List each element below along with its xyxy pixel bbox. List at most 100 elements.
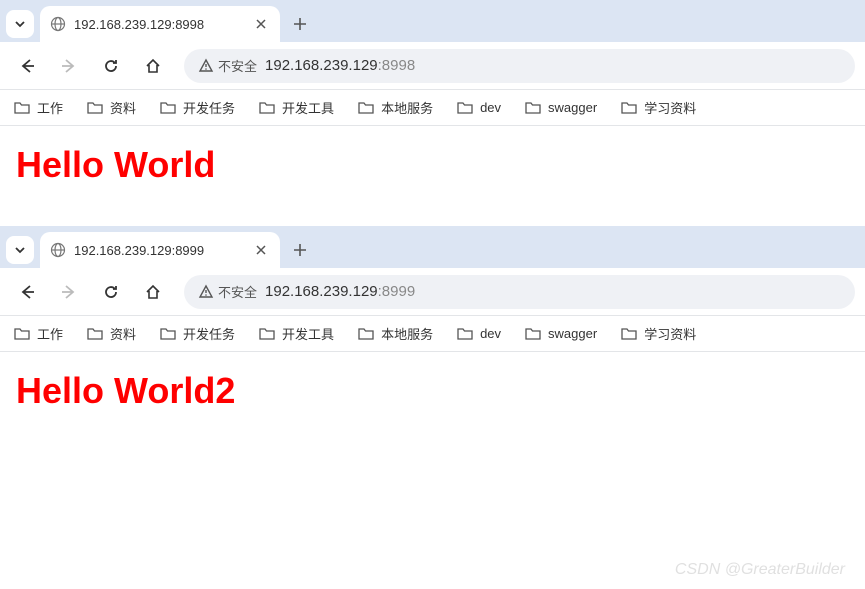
page-content: Hello World2 — [0, 352, 865, 502]
bookmark-item[interactable]: 资料 — [87, 98, 136, 117]
plus-icon — [293, 17, 307, 31]
security-indicator[interactable]: 不安全 — [198, 56, 257, 75]
bookmark-item[interactable]: 开发任务 — [160, 324, 235, 343]
bookmark-item[interactable]: 本地服务 — [358, 324, 433, 343]
tab-close-button[interactable] — [252, 15, 270, 33]
bookmark-item[interactable]: 开发任务 — [160, 98, 235, 117]
bookmark-label: 学习资料 — [644, 324, 696, 343]
bookmarks-bar: 工作 资料 开发任务 开发工具 本地服务 dev swagger 学习资料 — [0, 90, 865, 126]
home-button[interactable] — [136, 275, 170, 309]
browser-window-2: 192.168.239.129:8999 不安全 19 — [0, 226, 865, 502]
bookmark-item[interactable]: dev — [457, 326, 501, 341]
bookmark-item[interactable]: 开发工具 — [259, 98, 334, 117]
page-heading: Hello World — [16, 144, 849, 186]
tab-title: 192.168.239.129:8998 — [74, 17, 244, 32]
url-host: 192.168.239.129 — [265, 57, 378, 74]
folder-icon — [160, 101, 176, 114]
bookmark-label: 资料 — [110, 324, 136, 343]
warning-icon — [198, 58, 214, 74]
bookmark-label: 开发工具 — [282, 324, 334, 343]
browser-window-1: 192.168.239.129:8998 不安全 19 — [0, 0, 865, 226]
back-button[interactable] — [10, 275, 44, 309]
plus-icon — [293, 243, 307, 257]
watermark: CSDN @GreaterBuilder — [675, 561, 845, 579]
tab-bar: 192.168.239.129:8998 — [0, 0, 865, 42]
chevron-down-icon — [14, 244, 26, 256]
toolbar: 不安全 192.168.239.129:8998 — [0, 42, 865, 90]
bookmark-label: 本地服务 — [381, 98, 433, 117]
bookmark-label: 开发任务 — [183, 324, 235, 343]
folder-icon — [14, 327, 30, 340]
folder-icon — [87, 101, 103, 114]
folder-icon — [358, 327, 374, 340]
page-heading: Hello World2 — [16, 370, 849, 412]
reload-button[interactable] — [94, 49, 128, 83]
security-label: 不安全 — [218, 56, 257, 75]
url-text: 192.168.239.129:8999 — [265, 283, 415, 300]
url-port: :8999 — [378, 283, 416, 300]
home-icon — [144, 283, 162, 301]
folder-icon — [259, 327, 275, 340]
toolbar: 不安全 192.168.239.129:8999 — [0, 268, 865, 316]
arrow-left-icon — [18, 283, 36, 301]
security-indicator[interactable]: 不安全 — [198, 282, 257, 301]
reload-icon — [102, 283, 120, 301]
reload-icon — [102, 57, 120, 75]
tab-close-button[interactable] — [252, 241, 270, 259]
bookmark-label: 资料 — [110, 98, 136, 117]
home-icon — [144, 57, 162, 75]
close-icon — [256, 245, 266, 255]
chevron-down-icon — [14, 18, 26, 30]
url-host: 192.168.239.129 — [265, 283, 378, 300]
bookmark-item[interactable]: 资料 — [87, 324, 136, 343]
folder-icon — [358, 101, 374, 114]
arrow-left-icon — [18, 57, 36, 75]
bookmark-item[interactable]: swagger — [525, 100, 597, 115]
bookmark-label: swagger — [548, 100, 597, 115]
bookmark-label: dev — [480, 100, 501, 115]
bookmark-label: 开发任务 — [183, 98, 235, 117]
reload-button[interactable] — [94, 275, 128, 309]
new-tab-button[interactable] — [286, 10, 314, 38]
arrow-right-icon — [60, 57, 78, 75]
globe-icon — [50, 16, 66, 32]
bookmark-item[interactable]: 学习资料 — [621, 98, 696, 117]
bookmark-label: 工作 — [37, 324, 63, 343]
browser-tab[interactable]: 192.168.239.129:8999 — [40, 232, 280, 268]
warning-icon — [198, 284, 214, 300]
tabs-dropdown-button[interactable] — [6, 236, 34, 264]
address-bar[interactable]: 不安全 192.168.239.129:8999 — [184, 275, 855, 309]
bookmark-item[interactable]: 工作 — [14, 98, 63, 117]
folder-icon — [457, 327, 473, 340]
folder-icon — [87, 327, 103, 340]
security-label: 不安全 — [218, 282, 257, 301]
bookmark-item[interactable]: 工作 — [14, 324, 63, 343]
folder-icon — [259, 101, 275, 114]
bookmark-label: swagger — [548, 326, 597, 341]
bookmark-label: dev — [480, 326, 501, 341]
bookmark-item[interactable]: swagger — [525, 326, 597, 341]
back-button[interactable] — [10, 49, 44, 83]
tab-bar: 192.168.239.129:8999 — [0, 226, 865, 268]
forward-button[interactable] — [52, 275, 86, 309]
folder-icon — [457, 101, 473, 114]
folder-icon — [525, 101, 541, 114]
browser-tab[interactable]: 192.168.239.129:8998 — [40, 6, 280, 42]
bookmark-item[interactable]: dev — [457, 100, 501, 115]
new-tab-button[interactable] — [286, 236, 314, 264]
bookmark-label: 开发工具 — [282, 98, 334, 117]
home-button[interactable] — [136, 49, 170, 83]
tabs-dropdown-button[interactable] — [6, 10, 34, 38]
folder-icon — [621, 327, 637, 340]
bookmark-item[interactable]: 本地服务 — [358, 98, 433, 117]
folder-icon — [14, 101, 30, 114]
bookmark-label: 本地服务 — [381, 324, 433, 343]
tab-title: 192.168.239.129:8999 — [74, 243, 244, 258]
bookmark-item[interactable]: 开发工具 — [259, 324, 334, 343]
arrow-right-icon — [60, 283, 78, 301]
bookmark-label: 学习资料 — [644, 98, 696, 117]
bookmark-item[interactable]: 学习资料 — [621, 324, 696, 343]
url-text: 192.168.239.129:8998 — [265, 57, 415, 74]
forward-button[interactable] — [52, 49, 86, 83]
address-bar[interactable]: 不安全 192.168.239.129:8998 — [184, 49, 855, 83]
